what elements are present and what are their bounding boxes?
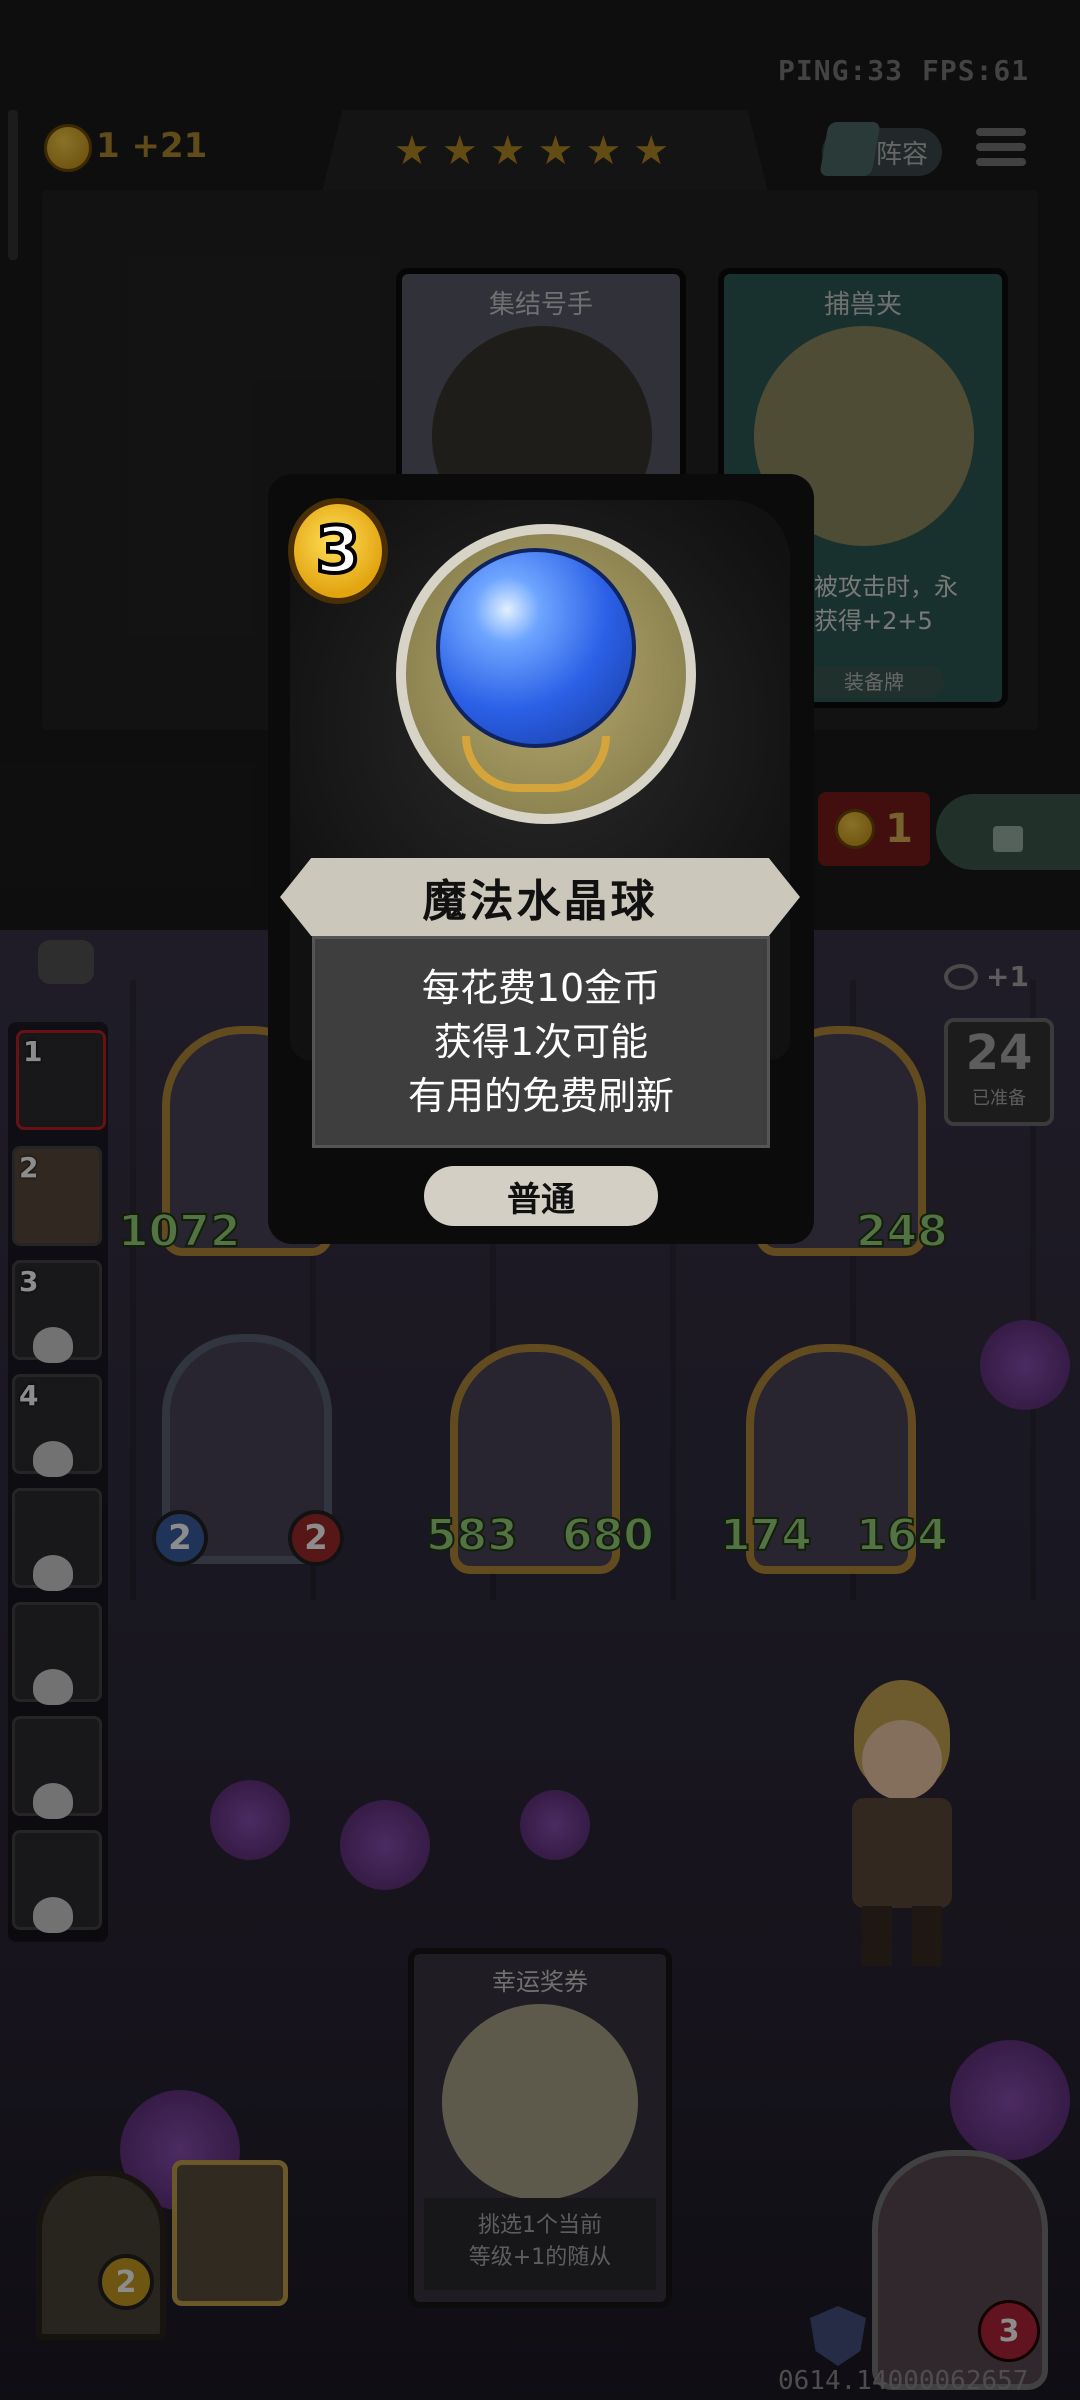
card-desc-line: 每花费10金币 [421,966,661,1010]
card-description: 每花费10金币 获得1次可能 有用的免费刷新 [312,936,770,1148]
card-desc-line: 有用的免费刷新 [407,1074,674,1118]
card-rarity: 普通 [424,1166,658,1226]
card-name: 魔法水晶球 [422,876,658,927]
card-name-ribbon: 魔法水晶球 [280,858,800,936]
crystal-ball-icon [436,548,636,748]
card-cost: 3 [314,512,362,590]
card-cost-badge: 3 [288,498,388,604]
card-desc-line: 获得1次可能 [433,1020,649,1064]
